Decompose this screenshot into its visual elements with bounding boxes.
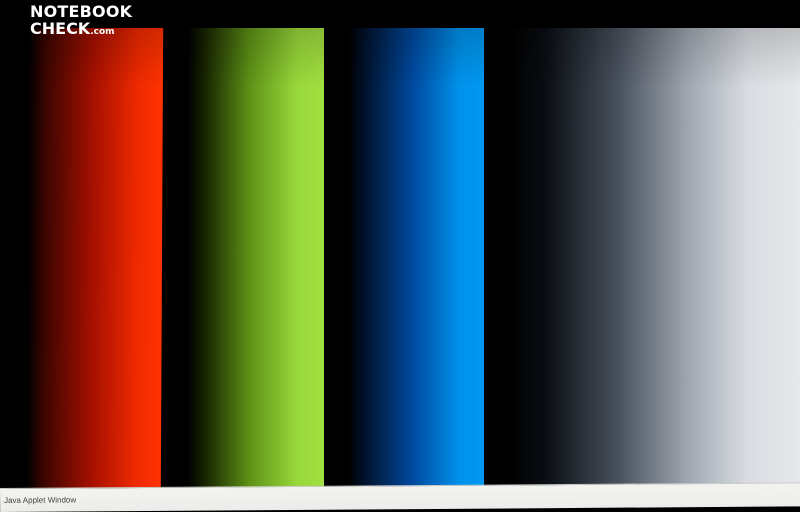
logo-line-2: CHECK.com — [30, 20, 170, 41]
notebookcheck-logo: NOTEBOOK CHECK.com — [30, 3, 170, 45]
red-gradient-bar — [26, 28, 164, 488]
logo-check-text: CHECK — [30, 19, 91, 38]
gray-gradient-bar — [510, 28, 800, 488]
screen: NOTEBOOK CHECK.com Java Applet Window — [0, 0, 800, 512]
applet-status-bar: Java Applet Window — [0, 482, 800, 512]
applet-canvas — [0, 0, 800, 488]
status-bar-label: Java Applet Window — [4, 495, 77, 505]
logo-line-1: NOTEBOOK — [30, 2, 133, 21]
logo-tld-text: .com — [90, 27, 115, 37]
green-gradient-bar — [188, 28, 324, 488]
blue-gradient-bar — [348, 28, 484, 488]
